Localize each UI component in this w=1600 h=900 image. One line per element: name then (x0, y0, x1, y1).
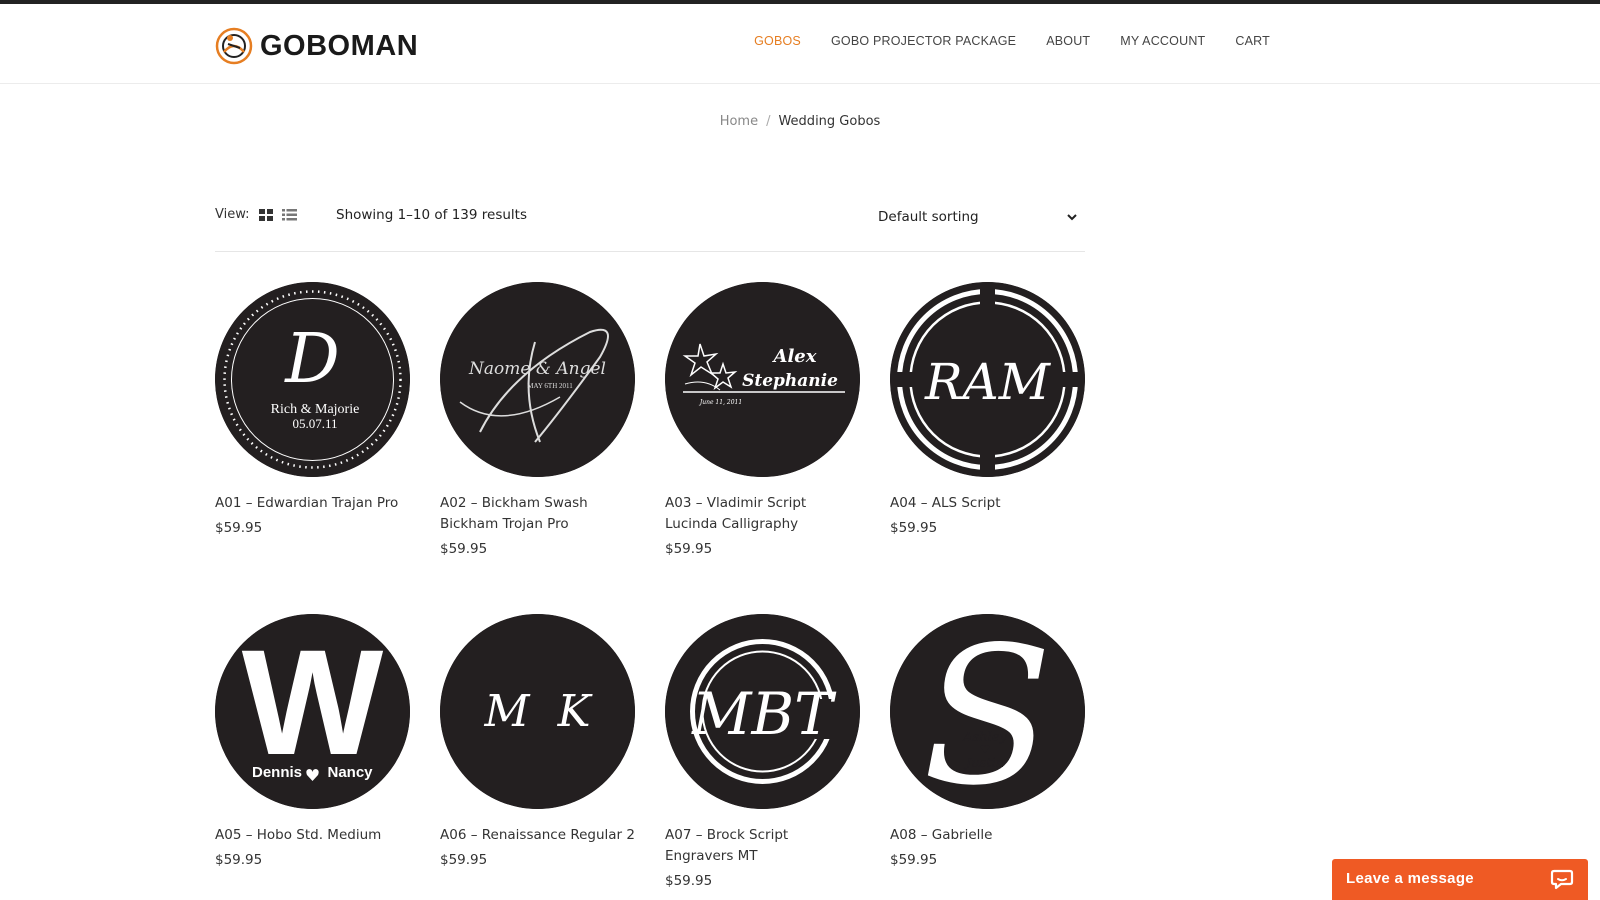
product-title[interactable]: A08 – Gabrielle (890, 825, 1085, 846)
gobo-name-2: Nancy (327, 764, 373, 781)
product-price: $59.95 (665, 873, 713, 889)
product-title[interactable]: A01 – Edwardian Trajan Pro (215, 493, 410, 514)
results-count: Showing 1–10 of 139 results (336, 207, 527, 223)
product-card[interactable]: MBT A07 – Brock Script Engravers MT $59.… (665, 614, 860, 889)
product-image[interactable]: M K (440, 614, 635, 809)
product-card[interactable]: Alex Stephanie June 11, 2011 A03 – Vladi… (665, 282, 860, 557)
product-card[interactable]: D Rich & Majorie 05.07.11 A01 – Edwardia… (215, 282, 410, 536)
main-nav: GOBOS GOBO PROJECTOR PACKAGE ABOUT MY AC… (724, 34, 1270, 48)
gobo-date: MAY 6TH 2011 (527, 382, 573, 390)
nav-item-my-account[interactable]: MY ACCOUNT (1120, 34, 1205, 48)
gobo-monogram: D (283, 320, 340, 399)
gobo-monogram: M K (484, 686, 593, 737)
leave-message-label: Leave a message (1346, 870, 1474, 887)
gobo-names: Rich & Majorie (271, 402, 360, 417)
gobo-name-2: Justin (963, 756, 1004, 771)
brand-name: GOBOMAN (260, 29, 419, 62)
nav-item-about[interactable]: ABOUT (1046, 34, 1090, 48)
product-card[interactable]: S Ashley Justin A08 – Gabrielle $59.95 (890, 614, 1085, 868)
nav-item-cart[interactable]: CART (1235, 34, 1270, 48)
product-image[interactable]: D Rich & Majorie 05.07.11 (215, 282, 410, 477)
chevron-down-icon (1067, 214, 1077, 221)
gobo-name-1: Alex (772, 346, 817, 367)
breadcrumb-home-link[interactable]: Home (720, 114, 758, 129)
product-image[interactable]: MBT (665, 614, 860, 809)
grid-view-icon[interactable] (259, 208, 273, 222)
gobo-name-1: Dennis (252, 764, 302, 781)
goboman-logo-icon (215, 27, 253, 65)
nav-item-gobos[interactable]: GOBOS (754, 34, 801, 48)
site-header: GOBOMAN GOBOS GOBO PROJECTOR PACKAGE ABO… (0, 4, 1600, 84)
gobo-date: 05.07.11 (292, 416, 337, 431)
product-price: $59.95 (215, 520, 263, 536)
product-card[interactable]: Naome & Angel MAY 6TH 2011 A02 – Bickham… (440, 282, 635, 557)
list-view-icon[interactable] (282, 208, 297, 222)
chat-bubble-icon (1550, 869, 1574, 890)
product-image[interactable]: Naome & Angel MAY 6TH 2011 (440, 282, 635, 477)
sorting-select[interactable]: Default sorting (878, 204, 1078, 230)
breadcrumb: Home / Wedding Gobos (0, 114, 1600, 129)
gobo-date: June 11, 2011 (698, 399, 742, 406)
gobo-name-1: Ashley (962, 730, 1007, 745)
site-logo[interactable]: GOBOMAN (214, 26, 418, 66)
product-card[interactable]: RAM A04 – ALS Script $59.95 (890, 282, 1085, 536)
gobo-monogram: W (242, 618, 384, 786)
product-price: $59.95 (440, 541, 488, 557)
breadcrumb-current: Wedding Gobos (778, 114, 881, 129)
gobo-names: Naome & Angel (468, 359, 606, 379)
product-price: $59.95 (440, 852, 488, 868)
product-title[interactable]: A03 – Vladimir Script Lucinda Calligraph… (665, 493, 860, 535)
gobo-monogram: RAM (924, 353, 1052, 411)
product-title[interactable]: A05 – Hobo Std. Medium (215, 825, 410, 846)
product-card[interactable]: M K A06 – Renaissance Regular 2 $59.95 (440, 614, 635, 868)
gobo-name-2: Stephanie (742, 371, 838, 391)
product-price: $59.95 (890, 520, 938, 536)
sorting-selected-value: Default sorting (878, 209, 979, 225)
shop-toolbar: View: Showing 1–10 of 139 results Defaul… (215, 200, 1085, 252)
product-image[interactable]: S Ashley Justin (890, 614, 1085, 809)
product-price: $59.95 (665, 541, 713, 557)
product-image[interactable]: Alex Stephanie June 11, 2011 (665, 282, 860, 477)
product-card[interactable]: W Dennis Nancy A05 – Hobo Std. Medium $5… (215, 614, 410, 868)
leave-message-widget[interactable]: Leave a message (1332, 859, 1588, 900)
product-image[interactable]: RAM (890, 282, 1085, 477)
product-title[interactable]: A04 – ALS Script (890, 493, 1085, 514)
gobo-monogram: MBT (691, 680, 837, 748)
product-image[interactable]: W Dennis Nancy (215, 614, 410, 809)
product-title[interactable]: A02 – Bickham Swash Bickham Trojan Pro (440, 493, 635, 535)
product-title[interactable]: A06 – Renaissance Regular 2 (440, 825, 635, 846)
product-title[interactable]: A07 – Brock Script Engravers MT (665, 825, 860, 867)
breadcrumb-separator: / (766, 114, 771, 129)
view-label: View: (215, 207, 250, 222)
product-price: $59.95 (890, 852, 938, 868)
nav-item-gobo-projector-package[interactable]: GOBO PROJECTOR PACKAGE (831, 34, 1016, 48)
product-price: $59.95 (215, 852, 263, 868)
gobo-monogram: S (922, 614, 1052, 809)
